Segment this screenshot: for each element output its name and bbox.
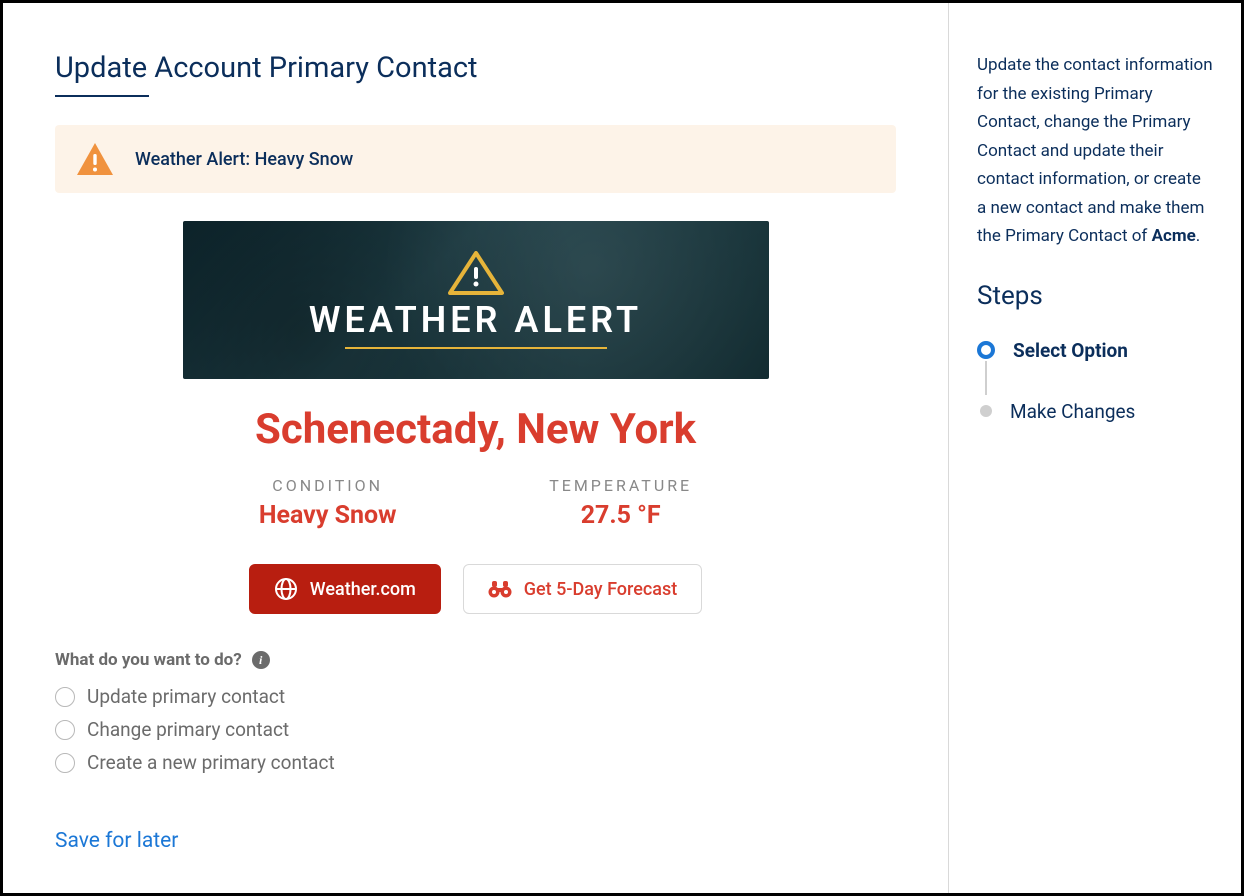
radio-option-change[interactable]: Change primary contact — [55, 713, 896, 746]
actions-row: Weather.com Get 5-Day Forecast — [249, 564, 702, 614]
radio-label: Change primary contact — [87, 718, 289, 741]
radio-icon — [55, 720, 75, 740]
forecast-label: Get 5-Day Forecast — [524, 579, 677, 600]
condition-value: Heavy Snow — [259, 501, 397, 530]
weather-card: WEATHER ALERT Schenectady, New York COND… — [183, 221, 769, 614]
alert-banner: Weather Alert: Heavy Snow — [55, 125, 896, 193]
app-frame: Update Account Primary Contact Weather A… — [0, 0, 1244, 896]
weather-com-label: Weather.com — [310, 579, 416, 600]
step-label: Select Option — [1013, 339, 1128, 362]
radio-icon — [55, 753, 75, 773]
steps-heading: Steps — [977, 281, 1213, 311]
condition-stat: CONDITION Heavy Snow — [259, 476, 397, 530]
temperature-value: 27.5 °F — [549, 501, 692, 530]
radio-label: Create a new primary contact — [87, 751, 335, 774]
condition-label: CONDITION — [259, 476, 397, 495]
sidebar: Update the contact information for the e… — [949, 3, 1241, 893]
temperature-stat: TEMPERATURE 27.5 °F — [549, 476, 692, 530]
sidebar-description: Update the contact information for the e… — [977, 51, 1213, 251]
hero-underline — [345, 347, 607, 349]
alert-text: Weather Alert: Heavy Snow — [135, 149, 353, 170]
question-block: What do you want to do? i Update primary… — [55, 650, 896, 779]
desc-prefix: Update the contact information for the e… — [977, 55, 1213, 246]
step-marker-active-icon — [977, 341, 995, 359]
temperature-label: TEMPERATURE — [549, 476, 692, 495]
desc-suffix: . — [1196, 226, 1200, 246]
save-for-later-link[interactable]: Save for later — [55, 799, 896, 853]
forecast-button[interactable]: Get 5-Day Forecast — [463, 564, 702, 614]
step-label: Make Changes — [1010, 400, 1135, 423]
step-marker-pending-icon — [980, 405, 992, 417]
radio-option-create[interactable]: Create a new primary contact — [55, 746, 896, 779]
warning-icon — [77, 143, 113, 175]
step-connector — [985, 361, 987, 395]
hero-title: WEATHER ALERT — [309, 299, 642, 341]
title-underline — [55, 95, 149, 97]
weather-com-button[interactable]: Weather.com — [249, 564, 441, 614]
page-title: Update Account Primary Contact — [55, 51, 896, 85]
step-select-option[interactable]: Select Option — [977, 339, 1213, 362]
globe-icon — [274, 577, 298, 601]
main-panel: Update Account Primary Contact Weather A… — [3, 3, 949, 893]
location-text: Schenectady, New York — [255, 405, 696, 454]
hero-banner: WEATHER ALERT — [183, 221, 769, 379]
radio-icon — [55, 687, 75, 707]
radio-option-update[interactable]: Update primary contact — [55, 680, 896, 713]
desc-account-name: Acme — [1152, 226, 1196, 246]
radio-label: Update primary contact — [87, 685, 285, 708]
stats-row: CONDITION Heavy Snow TEMPERATURE 27.5 °F — [183, 476, 769, 530]
info-icon[interactable]: i — [252, 651, 270, 669]
step-make-changes[interactable]: Make Changes — [977, 400, 1213, 423]
binoculars-icon — [488, 580, 512, 598]
hero-warning-icon — [448, 251, 504, 295]
question-header: What do you want to do? i — [55, 650, 896, 670]
question-label: What do you want to do? — [55, 650, 242, 670]
